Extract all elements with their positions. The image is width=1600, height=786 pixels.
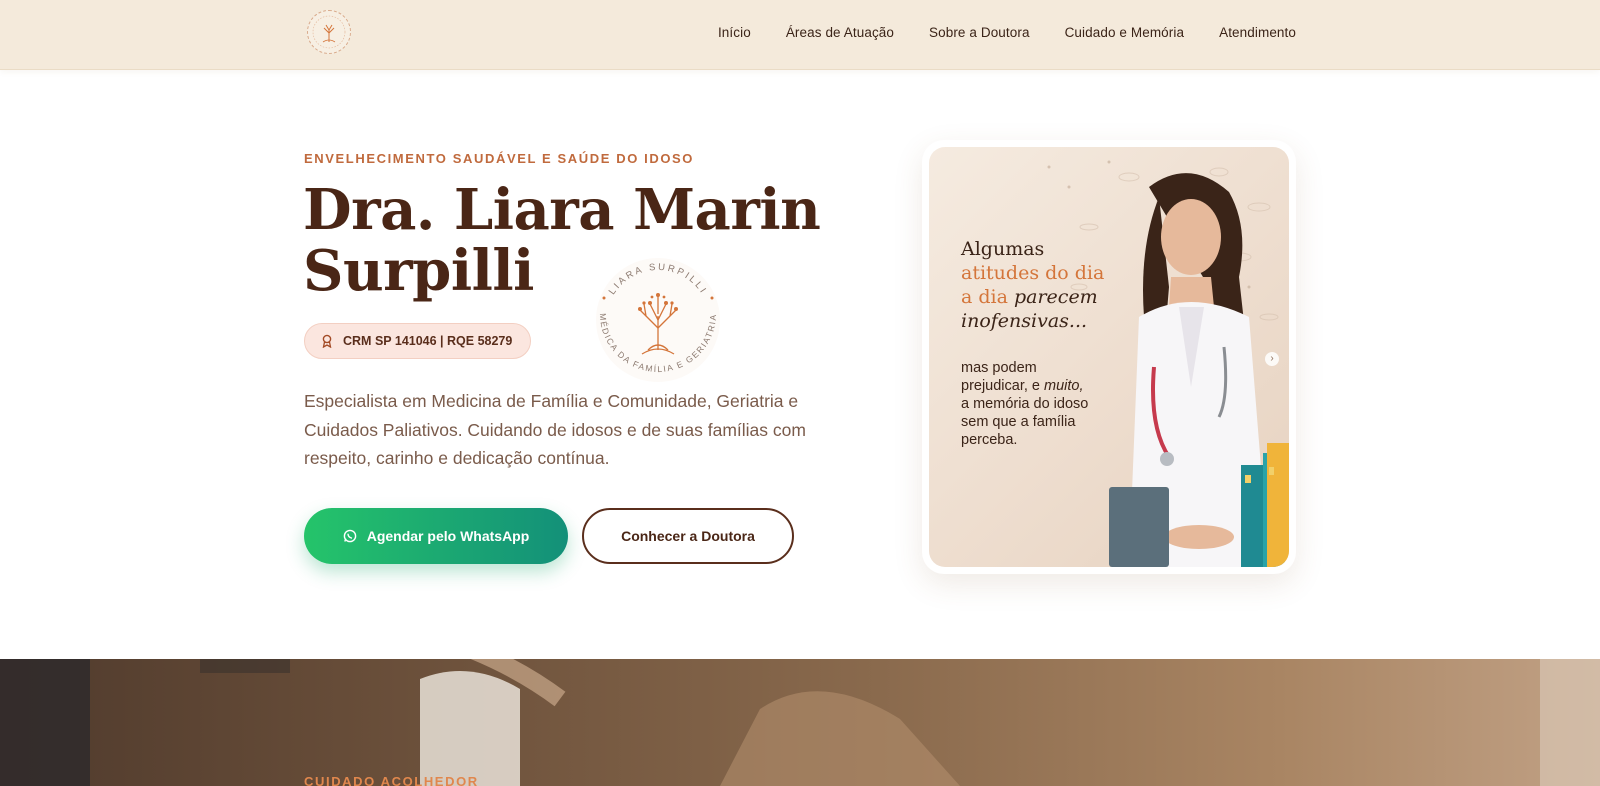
top-navbar: Início Áreas de Atuação Sobre a Doutora … [0,0,1600,70]
crm-badge: CRM SP 141046 | RQE 58279 [304,323,532,359]
card-line3b: parecem [1013,286,1098,308]
carousel-next-icon[interactable]: › [1265,352,1279,366]
nav-link-cuidado[interactable]: Cuidado e Memória [1065,25,1185,40]
seal-logo: LIARA SURPILLI MÉDICA DA FAMÍLIA E GERIA… [596,258,720,382]
card-headline: Algumas atitudes do dia a dia parecem in… [961,237,1131,333]
whatsapp-icon [343,529,357,543]
crm-badge-text: CRM SP 141046 | RQE 58279 [343,334,513,348]
card-body2: prejudicar, e [961,378,1040,394]
nav-link-atendimento[interactable]: Atendimento [1219,25,1296,40]
hero-title-line1: Dra. Liara Marin [303,177,821,243]
hero-title: Dra. Liara Marin Surpilli [303,180,863,302]
meet-doctor-button-label: Conhecer a Doutora [621,528,755,544]
hero-image-card: Algumas atitudes do dia a dia parecem in… [922,140,1296,574]
medal-icon [322,334,332,348]
hero-image: Algumas atitudes do dia a dia parecem in… [929,147,1289,567]
hero-description: Especialista em Medicina de Família e Co… [304,391,806,468]
card-line4: inofensivas... [961,310,1088,332]
card-body2b: muito, [1044,378,1084,394]
hero-title-line2: Surpilli [303,238,534,304]
card-line2: atitudes do dia [961,262,1105,284]
card-body5: perceba. [961,432,1018,448]
card-body1: mas podem [961,360,1037,376]
card-body3: a memória do idoso [961,396,1089,412]
care-section-photo [0,659,1600,786]
main-menu: Início Áreas de Atuação Sobre a Doutora … [718,0,1296,64]
card-body: mas podem prejudicar, e muito, a memória… [961,359,1126,449]
whatsapp-button-label: Agendar pelo WhatsApp [366,528,530,544]
card-line3: a dia [961,286,1008,308]
books-illustration [1241,443,1289,567]
logo[interactable] [307,10,351,54]
care-section: CUIDADO ACOLHEDOR [0,659,1600,786]
nav-link-areas[interactable]: Áreas de Atuação [786,25,894,40]
hero-eyebrow: ENVELHECIMENTO SAUDÁVEL E SAÚDE DO IDOSO [304,151,695,166]
care-section-eyebrow: CUIDADO ACOLHEDOR [304,774,479,786]
meet-doctor-button[interactable]: Conhecer a Doutora [582,508,794,564]
nav-link-inicio[interactable]: Início [718,25,751,40]
whatsapp-button[interactable]: Agendar pelo WhatsApp [304,508,568,564]
card-line1: Algumas [961,238,1045,260]
nav-link-sobre[interactable]: Sobre a Doutora [929,25,1030,40]
tree-logo-icon [312,15,346,49]
card-body4: sem que a família [961,414,1076,430]
